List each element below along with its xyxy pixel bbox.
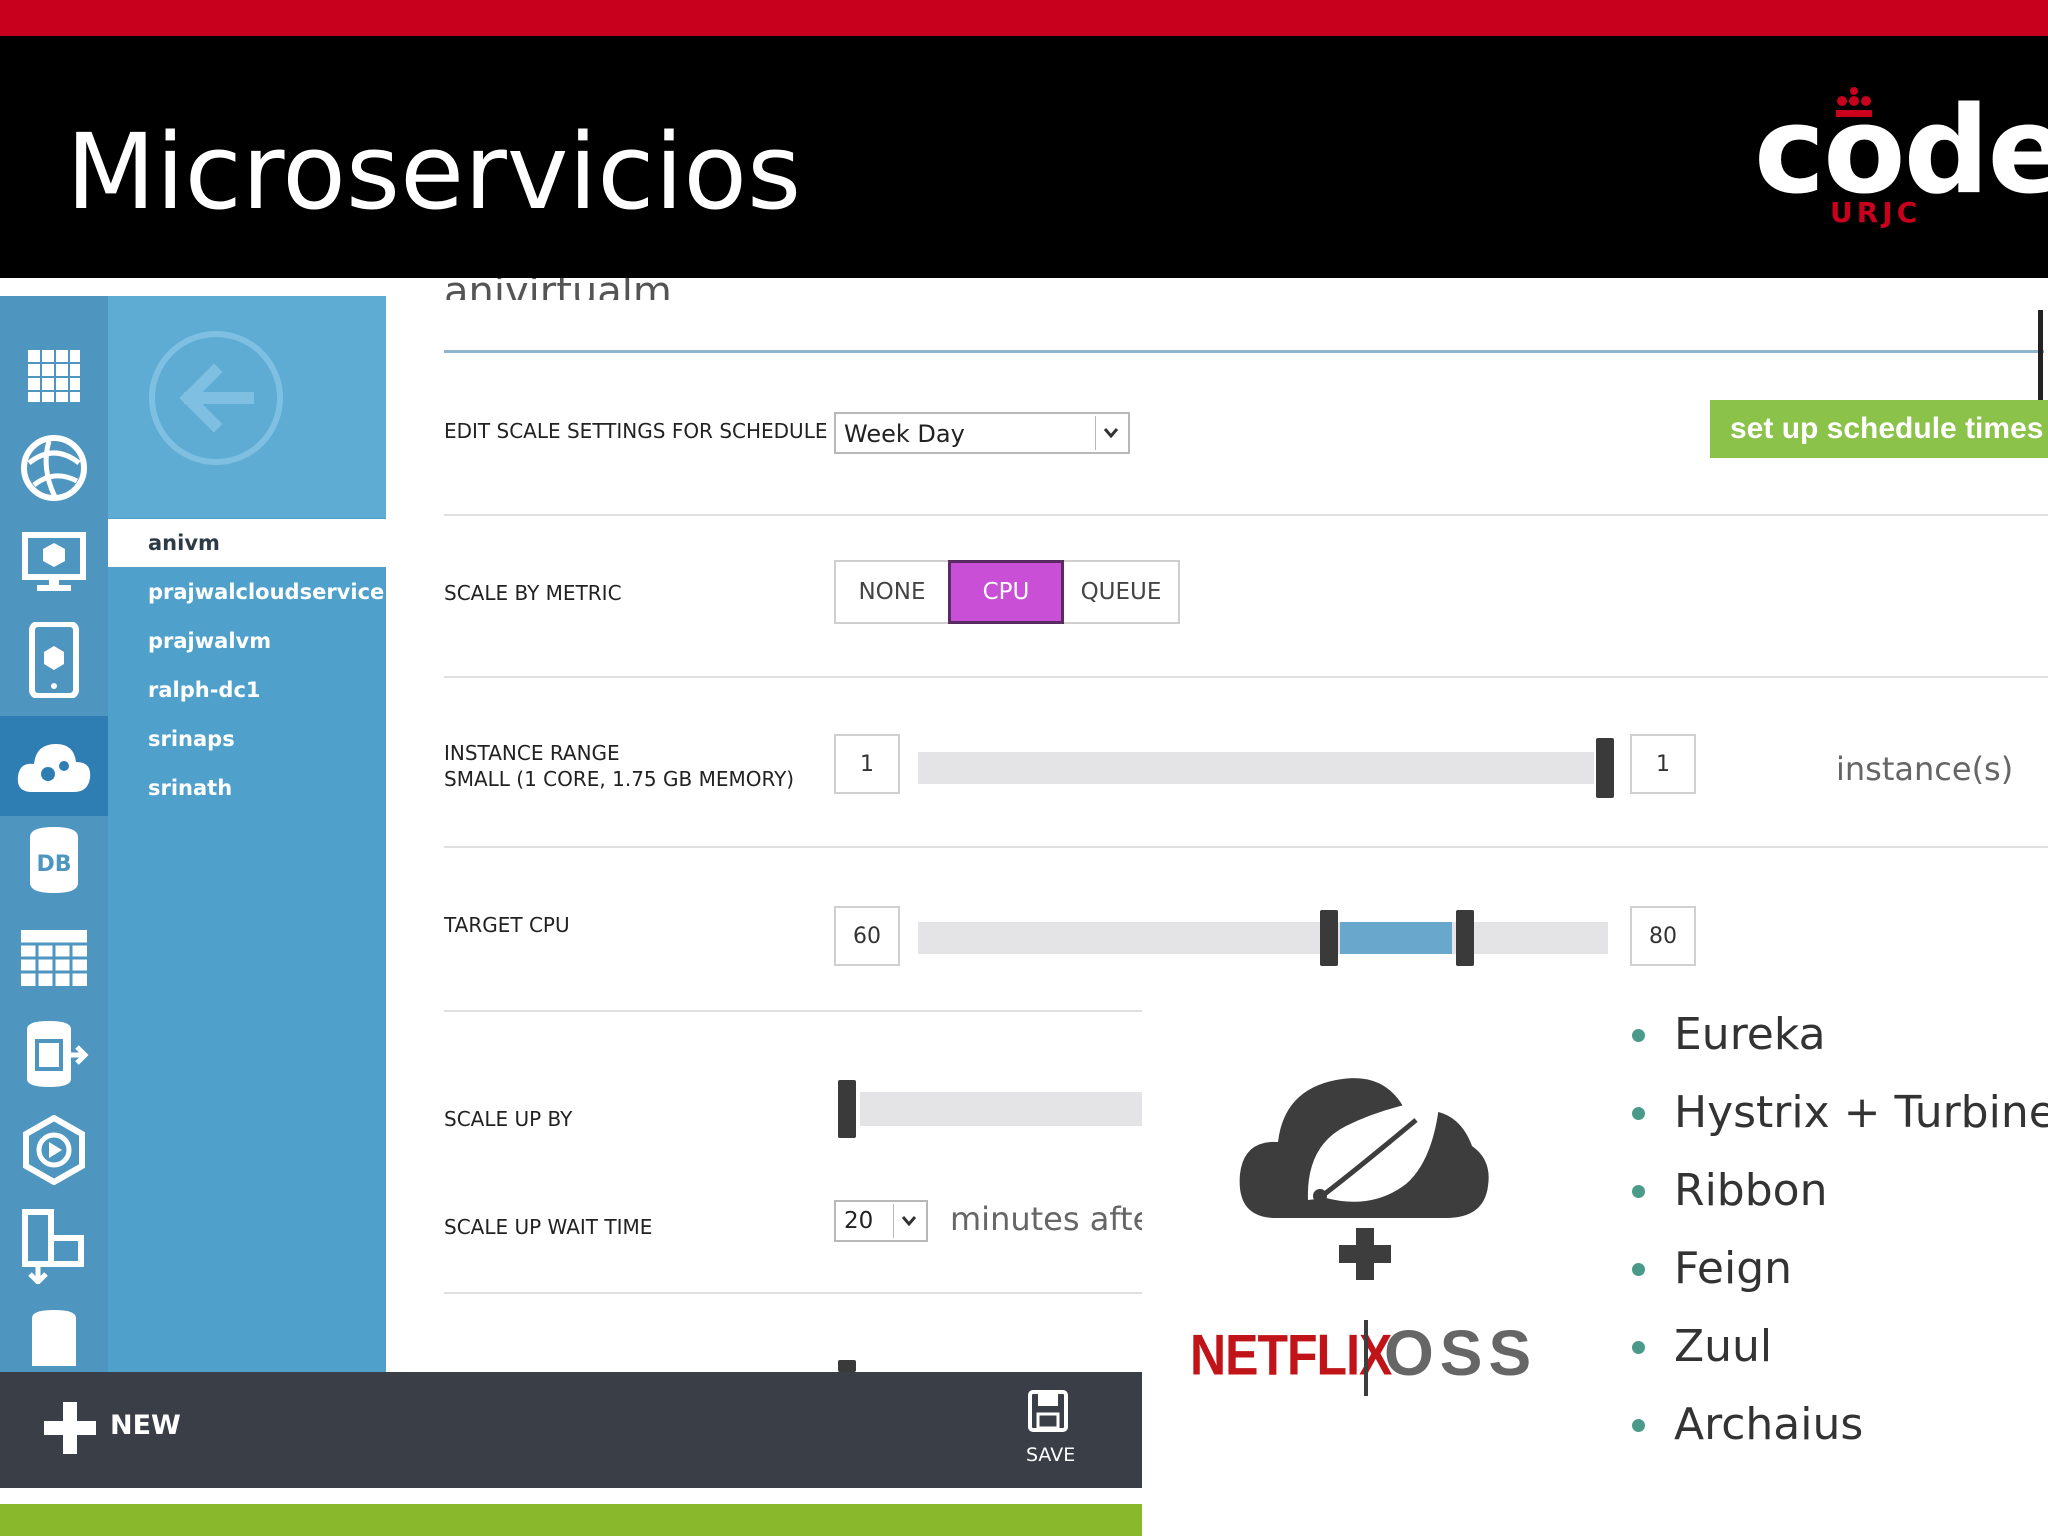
save-disk-icon[interactable] — [1028, 1390, 1068, 1432]
code-urjc-logo: code URJC — [1750, 86, 2048, 236]
divider-2 — [444, 676, 2048, 678]
sql-database-icon[interactable]: DB — [12, 818, 96, 902]
divider-3 — [444, 846, 2048, 848]
back-arrow-icon[interactable] — [148, 330, 284, 466]
target-cpu-max-thumb[interactable] — [1456, 910, 1474, 966]
nav-item-prajwalvm[interactable]: prajwalvm — [108, 617, 386, 665]
scrollbar[interactable] — [2038, 310, 2043, 410]
instance-range-thumb[interactable] — [1596, 738, 1614, 798]
instance-max-field[interactable]: 1 — [1630, 734, 1696, 794]
nav-item-srinaps[interactable]: srinaps — [108, 715, 386, 763]
partial-slider-thumb[interactable] — [838, 1360, 856, 1372]
scale-up-wait-value: 20 — [844, 1208, 874, 1234]
target-cpu-label: TARGET CPU — [444, 913, 570, 937]
web-sites-icon[interactable] — [12, 426, 96, 510]
list-item: Feign — [1630, 1230, 2040, 1308]
vm-name-header: anivirtualm — [444, 278, 672, 300]
new-button[interactable]: NEW — [110, 1410, 181, 1441]
netflix-wordmark: NETFLIX — [1190, 1322, 1392, 1388]
save-button[interactable]: SAVE — [1026, 1444, 1075, 1466]
cloud-service-icon[interactable] — [0, 716, 108, 816]
command-bar: NEW SAVE — [0, 1372, 1142, 1488]
scale-up-by-thumb[interactable] — [838, 1080, 856, 1138]
metric-toggle-group: NONE CPU QUEUE — [834, 560, 1180, 624]
schedule-select[interactable]: Week Day — [834, 412, 1130, 454]
metric-cpu-button[interactable]: CPU — [948, 560, 1064, 624]
netflix-components-list: Eureka Hystrix + Turbine Ribbon Feign Zu… — [1630, 996, 2048, 1464]
all-items-grid-icon[interactable] — [12, 334, 96, 418]
svg-text:DB: DB — [36, 852, 71, 877]
target-cpu-max-field[interactable]: 80 — [1630, 906, 1696, 966]
storage-table-icon[interactable] — [12, 916, 96, 1000]
slide-title: Microservicios — [66, 111, 802, 233]
divider-1 — [444, 514, 2048, 516]
target-cpu-track[interactable] — [918, 922, 1608, 954]
divider-5 — [444, 1292, 1142, 1294]
schedule-label: EDIT SCALE SETTINGS FOR SCHEDULE — [444, 419, 828, 443]
list-item: Zuul — [1630, 1308, 2040, 1386]
target-cpu-min-field[interactable]: 60 — [834, 906, 900, 966]
metric-queue-button[interactable]: QUEUE — [1064, 562, 1178, 622]
list-item: Ribbon — [1630, 1152, 2040, 1230]
bottom-green-bar — [0, 1504, 1142, 1536]
wait-dropdown-chevron-icon — [893, 1204, 924, 1238]
dropdown-chevron-icon — [1095, 416, 1126, 450]
metric-label: SCALE BY METRIC — [444, 581, 622, 605]
instance-range-label: INSTANCE RANGE — [444, 741, 620, 765]
target-cpu-range-fill — [1340, 922, 1452, 954]
slide-top-bar — [0, 0, 2048, 36]
nav-item-anivm[interactable]: anivm — [108, 519, 386, 567]
scale-up-by-label: SCALE UP BY — [444, 1107, 573, 1131]
virtual-machine-icon[interactable] — [12, 522, 96, 606]
list-item: Eureka — [1630, 996, 2040, 1074]
plus-icon[interactable] — [44, 1402, 96, 1454]
scale-up-wait-label: SCALE UP WAIT TIME — [444, 1215, 653, 1239]
set-up-schedule-button[interactable]: set up schedule times — [1710, 400, 2048, 458]
nav-item-srinath[interactable]: srinath — [108, 764, 386, 812]
schedule-select-value: Week Day — [844, 420, 965, 448]
nav-item-ralph-dc1[interactable]: ralph-dc1 — [108, 666, 386, 714]
list-item: Hystrix + Turbine — [1630, 1074, 2048, 1152]
instance-size-label: SMALL (1 CORE, 1.75 GB MEMORY) — [444, 767, 795, 791]
list-item: Archaius — [1630, 1386, 2040, 1464]
media-service-icon[interactable] — [12, 1108, 96, 1192]
instance-min-field[interactable]: 1 — [834, 734, 900, 794]
instance-unit-label: instance(s) — [1836, 750, 2014, 788]
spring-cloud-leaf-icon — [1239, 1078, 1489, 1280]
header-underline — [444, 350, 2044, 353]
divider-4 — [444, 1010, 1142, 1012]
scale-up-wait-select[interactable]: 20 — [834, 1200, 928, 1242]
hdinsight-icon[interactable] — [12, 1012, 96, 1096]
instance-range-track[interactable] — [918, 752, 1594, 784]
logo-sub: URJC — [1830, 196, 1922, 229]
oss-wordmark: OSS — [1384, 1317, 1538, 1389]
nav-item-prajwalcloudservice[interactable]: prajwalcloudservice — [108, 568, 386, 616]
mobile-service-icon[interactable] — [12, 618, 96, 702]
scale-up-wait-suffix: minutes after — [950, 1200, 1142, 1238]
scale-up-by-track[interactable] — [860, 1092, 1142, 1126]
metric-none-button[interactable]: NONE — [836, 562, 948, 622]
import-export-icon[interactable] — [12, 1204, 96, 1288]
storage-icon[interactable] — [12, 1300, 96, 1372]
logo-separator — [1364, 1320, 1368, 1396]
target-cpu-min-thumb[interactable] — [1320, 910, 1338, 966]
logo-word: code — [1754, 82, 2048, 221]
portal-icon-rail: DB — [0, 296, 108, 1372]
